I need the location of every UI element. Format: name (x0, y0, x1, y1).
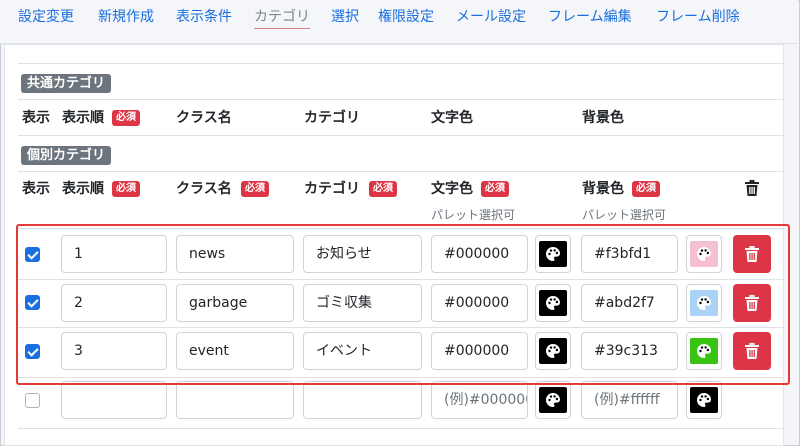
required-badge: 必須 (481, 181, 509, 197)
header-text-color: 文字色 (431, 181, 473, 197)
trash-icon (745, 180, 759, 196)
text-color-picker[interactable] (535, 284, 571, 322)
palette-icon (546, 296, 560, 310)
header-bg-color: 背景色 (582, 181, 624, 197)
header-show: 表示 (22, 181, 50, 197)
common-category-title: 共通カテゴリ (21, 74, 112, 93)
bg-color-picker[interactable] (686, 381, 722, 419)
nav-frame-delete[interactable]: フレーム削除 (656, 7, 740, 27)
palette-icon (697, 296, 711, 310)
show-checkbox[interactable] (25, 295, 40, 310)
category-input[interactable]: ゴミ収集 (303, 284, 422, 322)
class-input[interactable]: event (176, 332, 294, 370)
nav-category[interactable]: カテゴリ (254, 7, 310, 29)
required-badge: 必須 (241, 181, 269, 197)
header-class: クラス名 (176, 181, 232, 197)
divider (18, 327, 784, 328)
common-header-text-color: 文字色 (431, 110, 473, 126)
show-checkbox[interactable] (25, 393, 40, 408)
bg-color-input[interactable]: #abd2f7 (581, 284, 678, 322)
show-checkbox[interactable] (25, 344, 40, 359)
divider (18, 228, 784, 229)
nav-permissions[interactable]: 権限設定 (378, 7, 434, 27)
required-badge: 必須 (112, 181, 140, 197)
show-checkbox[interactable] (25, 247, 40, 262)
palette-hint-text: パレット選択可 (431, 208, 516, 222)
bg-color-picker[interactable] (686, 284, 722, 322)
nav-new-create[interactable]: 新規作成 (98, 7, 154, 27)
palette-icon (697, 393, 711, 407)
text-color-input[interactable]: #000000 (431, 235, 528, 273)
palette-hint-bg: パレット選択可 (582, 208, 667, 222)
bg-color-input[interactable]: #f3bfd1 (581, 235, 678, 273)
palette-icon (546, 393, 560, 407)
order-input-new[interactable] (61, 381, 167, 419)
bg-color-picker[interactable] (686, 235, 722, 273)
top-nav: 設定変更 新規作成 表示条件 カテゴリ 選択 権限設定 メール設定 フレーム編集… (0, 0, 798, 44)
text-color-picker[interactable] (535, 381, 571, 419)
text-color-picker[interactable] (535, 235, 571, 273)
palette-icon (546, 247, 560, 261)
palette-icon (697, 344, 711, 358)
trash-icon (745, 246, 759, 262)
category-input[interactable]: イベント (303, 332, 422, 370)
common-header-category: カテゴリ (304, 110, 360, 126)
class-input[interactable]: garbage (176, 284, 294, 322)
divider (18, 428, 784, 429)
required-badge: 必須 (369, 181, 397, 197)
common-header-order: 表示順 (62, 110, 104, 126)
nav-mail-settings[interactable]: メール設定 (456, 7, 526, 27)
class-input-new[interactable] (176, 381, 294, 419)
individual-category-title: 個別カテゴリ (21, 146, 112, 165)
class-input[interactable]: news (176, 235, 294, 273)
trash-icon (745, 343, 759, 359)
divider (18, 63, 784, 64)
trash-icon (745, 295, 759, 311)
divider (18, 279, 784, 280)
header-order: 表示順 (62, 181, 104, 197)
common-header-show: 表示 (22, 110, 50, 126)
order-input[interactable]: 3 (61, 332, 167, 370)
nav-frame-edit[interactable]: フレーム編集 (548, 7, 632, 27)
text-color-picker[interactable] (535, 332, 571, 370)
common-header-class: クラス名 (176, 110, 232, 126)
delete-row-button[interactable] (733, 332, 771, 370)
palette-icon (546, 344, 560, 358)
divider (18, 171, 784, 172)
divider (18, 99, 784, 100)
bg-color-picker[interactable] (686, 332, 722, 370)
order-input[interactable]: 1 (61, 235, 167, 273)
divider (18, 135, 784, 136)
nav-settings-change[interactable]: 設定変更 (18, 7, 74, 27)
common-header-bg-color: 背景色 (582, 110, 624, 126)
delete-row-button[interactable] (733, 284, 771, 322)
divider (18, 377, 784, 378)
text-color-input-new[interactable]: (例)#000000 (431, 381, 528, 419)
required-badge: 必須 (112, 110, 140, 126)
category-input-new[interactable] (303, 381, 422, 419)
required-badge: 必須 (632, 181, 660, 197)
header-category: カテゴリ (304, 181, 360, 197)
text-color-input[interactable]: #000000 (431, 284, 528, 322)
delete-row-button[interactable] (733, 235, 771, 273)
order-input[interactable]: 2 (61, 284, 167, 322)
nav-select[interactable]: 選択 (331, 7, 359, 27)
bg-color-input[interactable]: #39c313 (581, 332, 678, 370)
palette-icon (697, 247, 711, 261)
text-color-input[interactable]: #000000 (431, 332, 528, 370)
bg-color-input-new[interactable]: (例)#ffffff (581, 381, 678, 419)
category-input[interactable]: お知らせ (303, 235, 422, 273)
nav-display-conditions[interactable]: 表示条件 (176, 7, 232, 27)
